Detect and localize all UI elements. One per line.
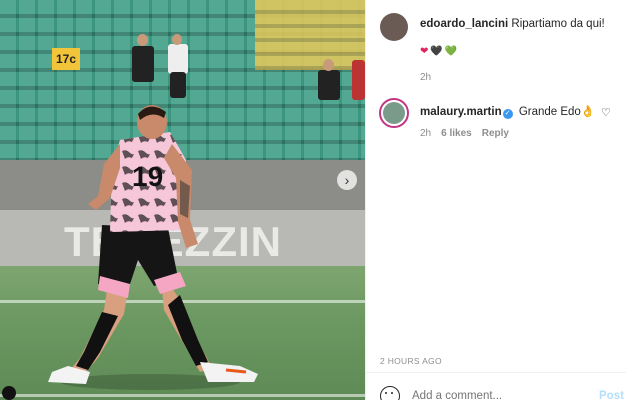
caption-text: Ripartiamo da qui!: [511, 18, 605, 30]
add-comment-input[interactable]: [412, 390, 582, 400]
caption-emojis: ❤ 🖤 💚: [420, 46, 457, 57]
user-tag-icon[interactable]: [2, 386, 16, 400]
comment-likes[interactable]: 6 likes: [441, 128, 472, 139]
post-caption: edoardo_lancini Ripartiamo da qui!: [420, 18, 605, 30]
author-avatar[interactable]: [380, 13, 408, 41]
commenter-avatar[interactable]: [379, 98, 409, 128]
commenter-username[interactable]: malaury.martin: [420, 106, 502, 118]
author-username[interactable]: edoardo_lancini: [420, 18, 508, 30]
smiley-icon[interactable]: [380, 386, 400, 400]
seat-sign: 17c: [52, 48, 80, 70]
spectator: [168, 44, 188, 74]
green-heart-emoji: 💚: [444, 46, 458, 57]
spectator: [352, 60, 365, 100]
posted-time[interactable]: 2 HOURS AGO: [380, 356, 442, 366]
divider: [366, 372, 626, 373]
red-heart-emoji: ❤: [420, 46, 429, 57]
svg-text:19: 19: [132, 161, 163, 192]
post-button[interactable]: Post: [599, 390, 624, 400]
black-heart-emoji: 🖤: [430, 46, 443, 57]
post-photo[interactable]: 17c TEMEZZIN 19 ›: [0, 0, 365, 400]
player-figure: 19: [48, 105, 258, 390]
caption-time[interactable]: 2h: [420, 72, 431, 83]
comment: malaury.martin ✓ Grande Edo👌: [420, 104, 595, 119]
next-photo-button[interactable]: ›: [337, 170, 357, 190]
comment-time[interactable]: 2h: [420, 128, 431, 139]
comment-text: Grande Edo👌: [518, 106, 596, 118]
heart-outline-icon[interactable]: ♡: [601, 106, 611, 119]
comment-meta: 2h 6 likes Reply: [420, 128, 509, 139]
reply-button[interactable]: Reply: [482, 128, 509, 139]
spectator: [132, 46, 154, 82]
comments-panel: edoardo_lancini Ripartiamo da qui! ❤ 🖤 💚…: [365, 0, 626, 400]
spectator: [318, 70, 340, 100]
verified-badge-icon: ✓: [502, 109, 513, 119]
